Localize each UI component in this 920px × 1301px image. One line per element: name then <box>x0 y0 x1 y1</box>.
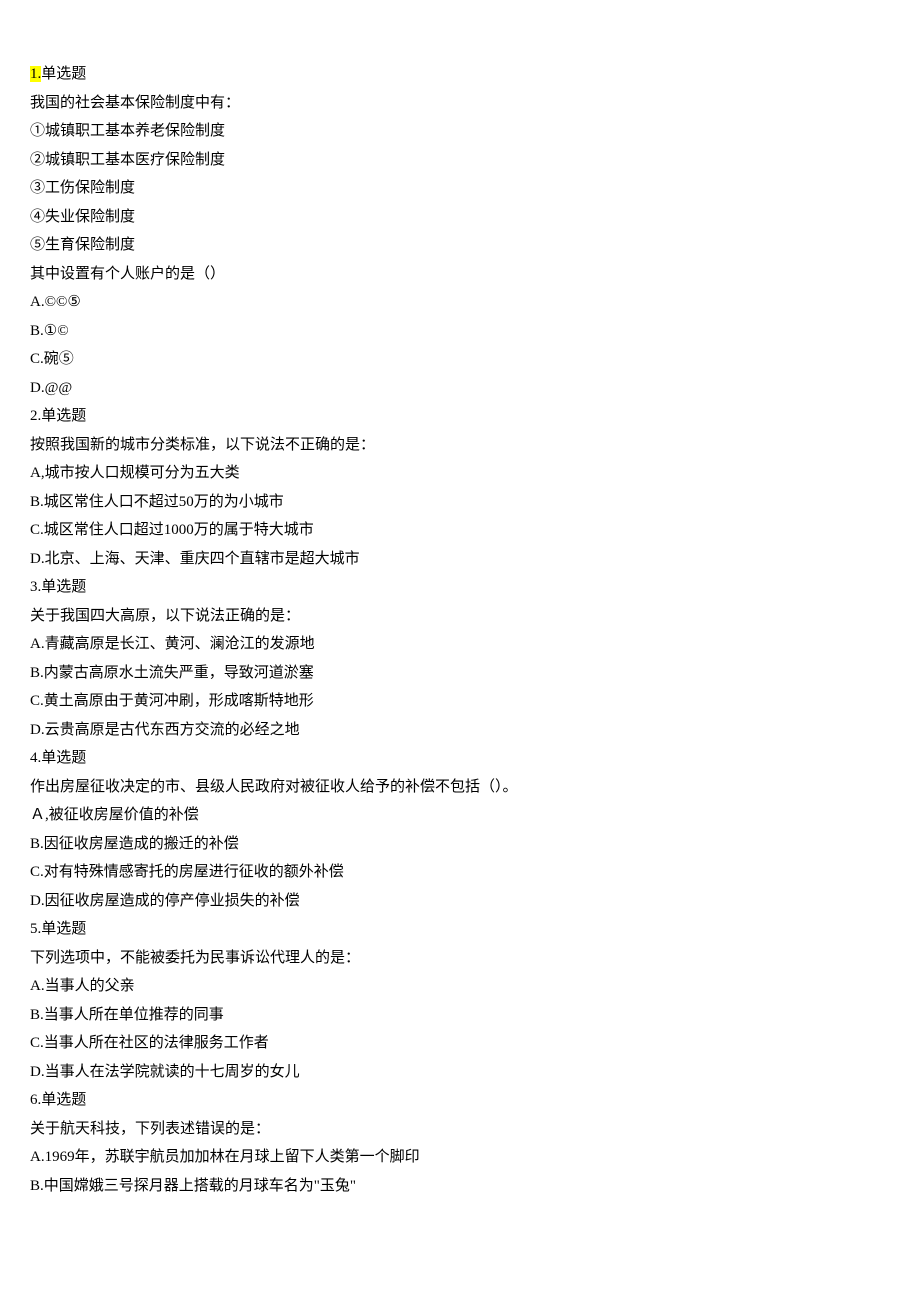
question-number: 4. <box>30 750 41 766</box>
question-header: 1.单选题 <box>30 60 890 89</box>
question-type: 单选题 <box>41 408 86 424</box>
question-number: 3. <box>30 579 41 595</box>
question-stem-line: ③工伤保险制度 <box>30 174 890 203</box>
question-type: 单选题 <box>41 750 86 766</box>
question-option: D.@@ <box>30 374 890 403</box>
question-option: B.①© <box>30 317 890 346</box>
question-stem-line: ⑤生育保险制度 <box>30 231 890 260</box>
question-header: 3.单选题 <box>30 573 890 602</box>
question-stem-line: 下列选项中，不能被委托为民事诉讼代理人的是： <box>30 944 890 973</box>
question-option: C.当事人所在社区的法律服务工作者 <box>30 1029 890 1058</box>
question-type: 单选题 <box>41 1092 86 1108</box>
question-stem-line: ④失业保险制度 <box>30 203 890 232</box>
question-option: A.当事人的父亲 <box>30 972 890 1001</box>
question-option: D.北京、上海、天津、重庆四个直辖市是超大城市 <box>30 545 890 574</box>
question-stem-line: 关于航天科技，下列表述错误的是： <box>30 1115 890 1144</box>
question-option: B.内蒙古高原水土流失严重，导致河道淤塞 <box>30 659 890 688</box>
question-option: Ａ,被征收房屋价值的补偿 <box>30 801 890 830</box>
question-option: A.©©⑤ <box>30 288 890 317</box>
question-header: 2.单选题 <box>30 402 890 431</box>
question-stem-line: ①城镇职工基本养老保险制度 <box>30 117 890 146</box>
question-type: 单选题 <box>41 66 86 82</box>
question-option: A,城市按人口规模可分为五大类 <box>30 459 890 488</box>
question-option: C.碗⑤ <box>30 345 890 374</box>
question-option: A.1969年，苏联宇航员加加林在月球上留下人类第一个脚印 <box>30 1143 890 1172</box>
question-option: A.青藏高原是长江、黄河、澜沧江的发源地 <box>30 630 890 659</box>
question-type: 单选题 <box>41 579 86 595</box>
question-option: D.云贵高原是古代东西方交流的必经之地 <box>30 716 890 745</box>
question-number: 6. <box>30 1092 41 1108</box>
question-option: C.城区常住人口超过1000万的属于特大城市 <box>30 516 890 545</box>
question-number: 2. <box>30 408 41 424</box>
question-stem-line: 作出房屋征收决定的市、县级人民政府对被征收人给予的补偿不包括（）。 <box>30 773 890 802</box>
question-stem-line: 其中设置有个人账户的是（） <box>30 260 890 289</box>
question-header: 5.单选题 <box>30 915 890 944</box>
question-option: B.当事人所在单位推荐的同事 <box>30 1001 890 1030</box>
question-header: 6.单选题 <box>30 1086 890 1115</box>
question-number: 1. <box>30 66 41 82</box>
question-stem-line: 关于我国四大高原，以下说法正确的是： <box>30 602 890 631</box>
question-option: D.因征收房屋造成的停产停业损失的补偿 <box>30 887 890 916</box>
question-type: 单选题 <box>41 921 86 937</box>
question-number: 5. <box>30 921 41 937</box>
document-body: 1.单选题我国的社会基本保险制度中有：①城镇职工基本养老保险制度②城镇职工基本医… <box>30 60 890 1200</box>
question-option: B.中国嫦娥三号探月器上搭载的月球车名为"玉兔" <box>30 1172 890 1201</box>
question-stem-line: ②城镇职工基本医疗保险制度 <box>30 146 890 175</box>
question-stem-line: 按照我国新的城市分类标准，以下说法不正确的是： <box>30 431 890 460</box>
question-option: B.因征收房屋造成的搬迁的补偿 <box>30 830 890 859</box>
question-option: C.黄土高原由于黄河冲刷，形成喀斯特地形 <box>30 687 890 716</box>
question-stem-line: 我国的社会基本保险制度中有： <box>30 89 890 118</box>
question-option: D.当事人在法学院就读的十七周岁的女儿 <box>30 1058 890 1087</box>
question-option: C.对有特殊情感寄托的房屋进行征收的额外补偿 <box>30 858 890 887</box>
question-option: B.城区常住人口不超过50万的为小城市 <box>30 488 890 517</box>
question-header: 4.单选题 <box>30 744 890 773</box>
